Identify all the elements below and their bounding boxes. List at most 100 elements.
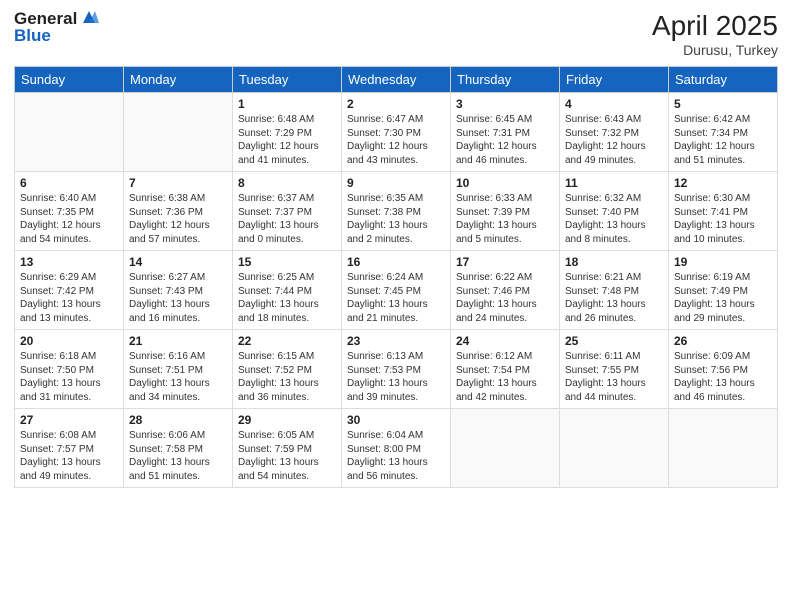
- day-number: 21: [129, 334, 227, 348]
- day-number: 11: [565, 176, 663, 190]
- calendar-cell: 13Sunrise: 6:29 AM Sunset: 7:42 PM Dayli…: [15, 251, 124, 330]
- calendar-cell: 9Sunrise: 6:35 AM Sunset: 7:38 PM Daylig…: [342, 172, 451, 251]
- cell-info: Sunrise: 6:21 AM Sunset: 7:48 PM Dayligh…: [565, 271, 663, 325]
- cell-info: Sunrise: 6:16 AM Sunset: 7:51 PM Dayligh…: [129, 350, 227, 404]
- day-number: 16: [347, 255, 445, 269]
- cell-info: Sunrise: 6:19 AM Sunset: 7:49 PM Dayligh…: [674, 271, 772, 325]
- calendar-cell: 25 Sunrise: 6:11 AM Sunset: 7:55 PM Dayli…: [560, 330, 669, 409]
- weekday-header-monday: Monday: [124, 67, 233, 93]
- cell-info: Sunrise: 6:06 AM Sunset: 7:58 PM Dayligh…: [129, 429, 227, 483]
- day-number: 9: [347, 176, 445, 190]
- calendar-week-4: 20 Sunrise: 6:18 AM Sunset: 7:50 PM Dayli…: [15, 330, 778, 409]
- cell-info: Sunrise: 6:09 AM Sunset: 7:56 PM Dayligh…: [674, 350, 772, 404]
- day-number: 6: [20, 176, 118, 190]
- calendar-cell: 23 Sunrise: 6:13 AM Sunset: 7:53 PM Dayli…: [342, 330, 451, 409]
- title-block: April 2025 Durusu, Turkey: [652, 10, 778, 58]
- cell-info: Sunrise: 6:40 AM Sunset: 7:35 PM Dayligh…: [20, 192, 118, 246]
- cell-info: Sunrise: 6:42 AM Sunset: 7:34 PM Dayligh…: [674, 113, 772, 167]
- calendar-cell: [451, 409, 560, 488]
- cell-info: Sunrise: 6:15 AM Sunset: 7:52 PM Dayligh…: [238, 350, 336, 404]
- cell-info: Sunrise: 6:47 AM Sunset: 7:30 PM Dayligh…: [347, 113, 445, 167]
- calendar-cell: 4 Sunrise: 6:43 AM Sunset: 7:32 PM Daylig…: [560, 93, 669, 172]
- cell-info: Sunrise: 6:12 AM Sunset: 7:54 PM Dayligh…: [456, 350, 554, 404]
- cell-info: Sunrise: 6:45 AM Sunset: 7:31 PM Dayligh…: [456, 113, 554, 167]
- calendar-cell: 8Sunrise: 6:37 AM Sunset: 7:37 PM Daylig…: [233, 172, 342, 251]
- calendar-cell: 1 Sunrise: 6:48 AM Sunset: 7:29 PM Daylig…: [233, 93, 342, 172]
- calendar-week-5: 27Sunrise: 6:08 AM Sunset: 7:57 PM Dayli…: [15, 409, 778, 488]
- calendar-cell: 16 Sunrise: 6:24 AM Sunset: 7:45 PM Dayli…: [342, 251, 451, 330]
- cell-info: Sunrise: 6:25 AM Sunset: 7:44 PM Dayligh…: [238, 271, 336, 325]
- calendar-cell: [15, 93, 124, 172]
- calendar-cell: 15 Sunrise: 6:25 AM Sunset: 7:44 PM Dayli…: [233, 251, 342, 330]
- day-number: 23: [347, 334, 445, 348]
- calendar-cell: 11 Sunrise: 6:32 AM Sunset: 7:40 PM Dayli…: [560, 172, 669, 251]
- calendar-week-2: 6 Sunrise: 6:40 AM Sunset: 7:35 PM Daylig…: [15, 172, 778, 251]
- day-number: 5: [674, 97, 772, 111]
- weekday-header-friday: Friday: [560, 67, 669, 93]
- page: General Blue April 2025 Durusu, Turkey S…: [0, 0, 792, 612]
- day-number: 24: [456, 334, 554, 348]
- day-number: 17: [456, 255, 554, 269]
- calendar-cell: 19 Sunrise: 6:19 AM Sunset: 7:49 PM Dayli…: [669, 251, 778, 330]
- main-title: April 2025: [652, 10, 778, 42]
- calendar-cell: 10Sunrise: 6:33 AM Sunset: 7:39 PM Dayli…: [451, 172, 560, 251]
- calendar-cell: 7Sunrise: 6:38 AM Sunset: 7:36 PM Daylig…: [124, 172, 233, 251]
- logo-icon: [79, 9, 99, 27]
- calendar-cell: 6 Sunrise: 6:40 AM Sunset: 7:35 PM Daylig…: [15, 172, 124, 251]
- cell-info: Sunrise: 6:24 AM Sunset: 7:45 PM Dayligh…: [347, 271, 445, 325]
- calendar-cell: [124, 93, 233, 172]
- calendar-week-1: 1 Sunrise: 6:48 AM Sunset: 7:29 PM Daylig…: [15, 93, 778, 172]
- day-number: 12: [674, 176, 772, 190]
- day-number: 25: [565, 334, 663, 348]
- weekday-header-thursday: Thursday: [451, 67, 560, 93]
- day-number: 4: [565, 97, 663, 111]
- day-number: 18: [565, 255, 663, 269]
- cell-info: Sunrise: 6:13 AM Sunset: 7:53 PM Dayligh…: [347, 350, 445, 404]
- cell-info: Sunrise: 6:43 AM Sunset: 7:32 PM Dayligh…: [565, 113, 663, 167]
- cell-info: Sunrise: 6:30 AM Sunset: 7:41 PM Dayligh…: [674, 192, 772, 246]
- weekday-header-saturday: Saturday: [669, 67, 778, 93]
- day-number: 2: [347, 97, 445, 111]
- calendar-cell: 12 Sunrise: 6:30 AM Sunset: 7:41 PM Dayli…: [669, 172, 778, 251]
- calendar-cell: [669, 409, 778, 488]
- header: General Blue April 2025 Durusu, Turkey: [14, 10, 778, 58]
- calendar-cell: 3Sunrise: 6:45 AM Sunset: 7:31 PM Daylig…: [451, 93, 560, 172]
- calendar-cell: 22 Sunrise: 6:15 AM Sunset: 7:52 PM Dayli…: [233, 330, 342, 409]
- cell-info: Sunrise: 6:38 AM Sunset: 7:36 PM Dayligh…: [129, 192, 227, 246]
- day-number: 29: [238, 413, 336, 427]
- cell-info: Sunrise: 6:32 AM Sunset: 7:40 PM Dayligh…: [565, 192, 663, 246]
- weekday-header-wednesday: Wednesday: [342, 67, 451, 93]
- day-number: 15: [238, 255, 336, 269]
- day-number: 22: [238, 334, 336, 348]
- calendar-week-3: 13Sunrise: 6:29 AM Sunset: 7:42 PM Dayli…: [15, 251, 778, 330]
- cell-info: Sunrise: 6:27 AM Sunset: 7:43 PM Dayligh…: [129, 271, 227, 325]
- cell-info: Sunrise: 6:37 AM Sunset: 7:37 PM Dayligh…: [238, 192, 336, 246]
- calendar-cell: 27Sunrise: 6:08 AM Sunset: 7:57 PM Dayli…: [15, 409, 124, 488]
- cell-info: Sunrise: 6:22 AM Sunset: 7:46 PM Dayligh…: [456, 271, 554, 325]
- day-number: 13: [20, 255, 118, 269]
- logo-blue-text: Blue: [14, 27, 51, 46]
- calendar-cell: 24 Sunrise: 6:12 AM Sunset: 7:54 PM Dayli…: [451, 330, 560, 409]
- calendar-cell: 18 Sunrise: 6:21 AM Sunset: 7:48 PM Dayli…: [560, 251, 669, 330]
- cell-info: Sunrise: 6:08 AM Sunset: 7:57 PM Dayligh…: [20, 429, 118, 483]
- day-number: 30: [347, 413, 445, 427]
- day-number: 1: [238, 97, 336, 111]
- calendar-cell: 14 Sunrise: 6:27 AM Sunset: 7:43 PM Dayli…: [124, 251, 233, 330]
- weekday-header-tuesday: Tuesday: [233, 67, 342, 93]
- cell-info: Sunrise: 6:48 AM Sunset: 7:29 PM Dayligh…: [238, 113, 336, 167]
- calendar-table: SundayMondayTuesdayWednesdayThursdayFrid…: [14, 66, 778, 488]
- cell-info: Sunrise: 6:18 AM Sunset: 7:50 PM Dayligh…: [20, 350, 118, 404]
- day-number: 19: [674, 255, 772, 269]
- calendar-cell: 26Sunrise: 6:09 AM Sunset: 7:56 PM Dayli…: [669, 330, 778, 409]
- day-number: 28: [129, 413, 227, 427]
- calendar-cell: 28 Sunrise: 6:06 AM Sunset: 7:58 PM Dayli…: [124, 409, 233, 488]
- cell-info: Sunrise: 6:05 AM Sunset: 7:59 PM Dayligh…: [238, 429, 336, 483]
- day-number: 10: [456, 176, 554, 190]
- calendar-cell: 20 Sunrise: 6:18 AM Sunset: 7:50 PM Dayli…: [15, 330, 124, 409]
- day-number: 20: [20, 334, 118, 348]
- calendar-cell: 2 Sunrise: 6:47 AM Sunset: 7:30 PM Daylig…: [342, 93, 451, 172]
- calendar-cell: 29 Sunrise: 6:05 AM Sunset: 7:59 PM Dayli…: [233, 409, 342, 488]
- cell-info: Sunrise: 6:11 AM Sunset: 7:55 PM Dayligh…: [565, 350, 663, 404]
- day-number: 14: [129, 255, 227, 269]
- weekday-header-row: SundayMondayTuesdayWednesdayThursdayFrid…: [15, 67, 778, 93]
